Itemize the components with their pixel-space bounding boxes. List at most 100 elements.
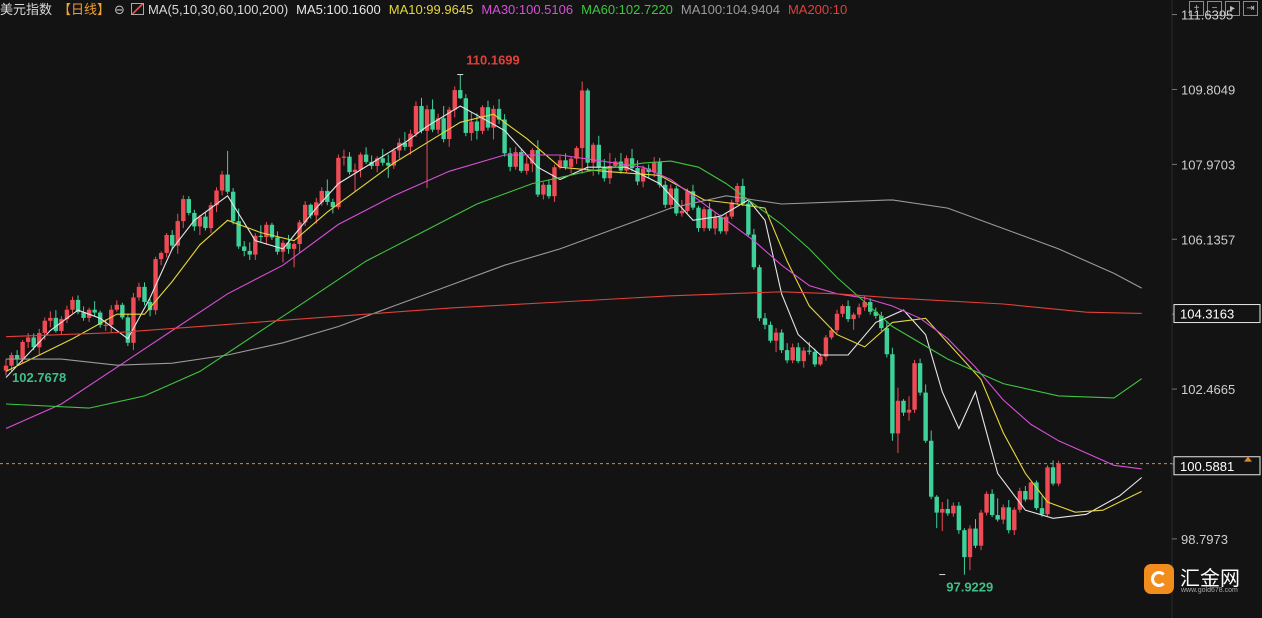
candle: [64, 305, 70, 324]
candle-body: [247, 250, 252, 255]
candle: [291, 242, 297, 268]
candle-body: [25, 337, 31, 342]
candle: [646, 164, 651, 179]
candle-body: [629, 158, 635, 169]
candle-body: [441, 118, 446, 140]
candle-body: [928, 440, 934, 497]
candle-body: [956, 505, 962, 531]
candle: [519, 149, 524, 173]
candle: [441, 105, 446, 143]
candle: [596, 135, 601, 175]
candle-body: [225, 174, 230, 192]
candle: [214, 187, 219, 213]
candle-body: [685, 191, 690, 211]
candle-body: [1039, 508, 1045, 515]
candle: [247, 242, 252, 260]
candle-body: [413, 105, 419, 134]
candle-body: [242, 246, 247, 251]
candle: [629, 148, 635, 172]
candle: [474, 113, 480, 140]
candle: [823, 335, 829, 361]
candle: [773, 328, 779, 353]
candle: [784, 343, 790, 364]
candle-body: [718, 217, 723, 232]
candle: [801, 347, 806, 368]
candle-body: [114, 304, 119, 310]
candle-body: [563, 160, 568, 167]
candle: [463, 94, 469, 137]
candle-body: [635, 168, 640, 182]
candle: [347, 152, 352, 175]
candle: [59, 316, 64, 335]
candle: [796, 342, 801, 364]
candle: [546, 180, 552, 199]
candle: [762, 312, 768, 330]
candle: [81, 306, 86, 321]
candle-body: [48, 317, 53, 321]
candle: [131, 292, 136, 351]
candle-body: [1001, 507, 1006, 520]
candle-body: [945, 508, 950, 514]
candlestick-chart[interactable]: 111.6395109.8049107.9703106.1357104.3011…: [0, 0, 1262, 618]
candle-body: [120, 304, 125, 318]
candle: [1012, 507, 1017, 536]
candle-body: [42, 320, 47, 333]
candle-body: [258, 235, 264, 238]
candle-body: [103, 324, 108, 326]
candle: [419, 97, 424, 134]
candle: [845, 300, 851, 322]
candle-body: [158, 252, 164, 260]
ma-line-ma60: [5, 160, 1143, 409]
candle: [3, 359, 9, 376]
candle: [14, 350, 20, 366]
candle-body: [458, 90, 463, 99]
y-tick-label: 111.6395: [1181, 8, 1233, 23]
candle-body: [9, 355, 14, 366]
candle-body: [20, 341, 25, 360]
candle: [724, 213, 729, 235]
candle-body: [1056, 463, 1061, 484]
candle: [469, 112, 474, 141]
candle-body: [984, 493, 989, 513]
candle-body: [524, 163, 529, 171]
candle: [336, 154, 341, 210]
candle-body: [746, 203, 751, 235]
ma-line-ma30: [5, 154, 1142, 470]
candle-body: [463, 98, 469, 133]
candle: [413, 101, 419, 138]
candle: [25, 332, 31, 349]
candle: [901, 399, 906, 416]
candle: [70, 296, 75, 313]
candle: [507, 147, 513, 172]
candle: [524, 156, 529, 175]
candle-body: [912, 363, 917, 410]
candle: [275, 231, 280, 255]
candle-body: [358, 154, 363, 170]
candle: [341, 149, 347, 166]
candle: [663, 180, 668, 209]
candle: [995, 498, 1000, 522]
candle-body: [818, 356, 823, 365]
candle: [956, 502, 962, 534]
candle-body: [762, 318, 768, 325]
candle-body: [967, 528, 973, 558]
candle-body: [596, 144, 601, 168]
candle: [895, 387, 901, 454]
candle-body: [735, 186, 740, 203]
candle-body: [380, 158, 385, 163]
price-annotation: 102.7678: [12, 370, 66, 385]
candle-body: [469, 121, 474, 133]
candle: [973, 519, 978, 549]
candle: [242, 241, 247, 257]
candle: [735, 183, 740, 205]
candle: [491, 105, 496, 140]
candle-body: [219, 174, 225, 191]
candle-body: [840, 306, 845, 314]
candle-body: [851, 314, 856, 320]
candle: [435, 113, 441, 134]
candle: [851, 312, 856, 330]
candle-body: [92, 309, 97, 313]
candle-body: [801, 350, 806, 362]
candle: [712, 212, 718, 235]
y-tick-label: 98.7973: [1181, 532, 1228, 547]
